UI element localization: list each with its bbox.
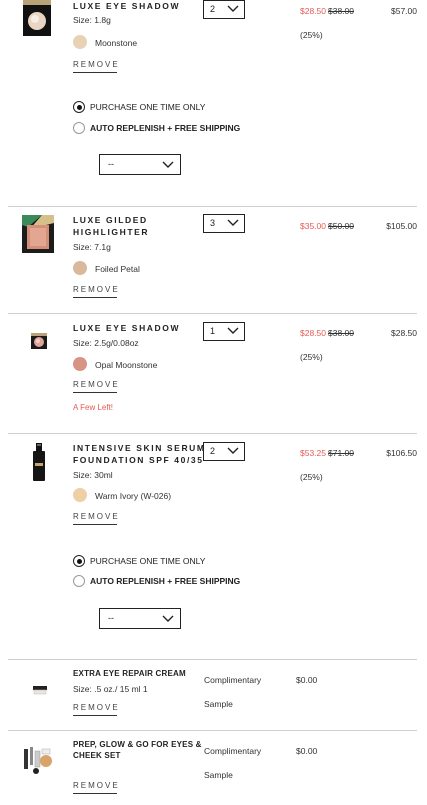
sale-price-value: $53.25 <box>300 448 326 458</box>
product-name[interactable]: LUXE EYE SHADOW <box>73 322 180 334</box>
quantity-select[interactable]: 3 <box>203 214 245 233</box>
line-total: $105.00 <box>386 221 417 231</box>
quantity-select[interactable]: 1 <box>203 322 245 341</box>
quantity-value: 2 <box>210 4 216 14</box>
product-name-line2: CHEEK SET <box>73 751 121 760</box>
product-thumbnail[interactable] <box>22 745 54 775</box>
shade-swatch <box>73 35 87 49</box>
original-price: $38.00 <box>328 6 354 16</box>
discount-percent: (25%) <box>300 472 323 482</box>
low-stock-note: A Few Left! <box>73 403 114 412</box>
sample-price: $0.00 <box>296 675 318 685</box>
product-thumbnail[interactable] <box>31 333 47 349</box>
remove-button[interactable]: REMOVE <box>73 60 118 73</box>
item-divider <box>8 206 417 207</box>
remove-button[interactable]: REMOVE <box>73 703 118 716</box>
auto-replenish-radio[interactable] <box>73 122 85 134</box>
product-thumbnail[interactable] <box>22 215 54 253</box>
product-size: Size: .5 oz./ 15 ml 1 <box>73 684 148 694</box>
remove-button[interactable]: REMOVE <box>73 285 118 298</box>
shade-name: Moonstone <box>95 38 138 48</box>
item-divider <box>8 659 417 660</box>
line-total: $57.00 <box>391 6 417 16</box>
sample-label: Sample <box>204 770 233 780</box>
product-size: Size: 1.8g <box>73 15 111 25</box>
chevron-down-icon <box>227 5 239 12</box>
quantity-value: 1 <box>210 326 216 336</box>
chevron-down-icon <box>227 219 239 226</box>
product-size: Size: 7.1g <box>73 242 111 252</box>
original-price: $38.00 <box>328 328 354 338</box>
product-name-line1: LUXE GILDED <box>73 215 148 225</box>
product-name[interactable]: LUXE GILDED HIGHLIGHTER <box>73 214 149 238</box>
product-thumbnail[interactable] <box>32 443 46 481</box>
sample-label: Sample <box>204 699 233 709</box>
product-name[interactable]: LUXE EYE SHADOW <box>73 0 180 12</box>
shade-swatch <box>73 357 87 371</box>
frequency-value: -- <box>108 159 114 169</box>
quantity-select[interactable]: 2 <box>203 0 245 19</box>
purchase-once-label[interactable]: PURCHASE ONE TIME ONLY <box>90 556 205 566</box>
item-divider <box>8 313 417 314</box>
original-price: $71.00 <box>328 448 354 458</box>
line-total: $28.50 <box>391 328 417 338</box>
replenish-frequency-select[interactable]: -- <box>99 608 181 629</box>
quantity-value: 3 <box>210 218 216 228</box>
complimentary-label: Complimentary <box>204 675 262 685</box>
product-thumbnail[interactable] <box>32 682 48 695</box>
shade-name: Warm Ivory (W-026) <box>95 491 172 501</box>
purchase-once-radio[interactable] <box>73 101 85 113</box>
product-name[interactable]: PREP, GLOW & GO FOR EYES & CHEEK SET <box>73 739 202 761</box>
sale-price: $28.50 $38.00 <box>300 328 354 338</box>
auto-replenish-label[interactable]: AUTO REPLENISH + FREE SHIPPING <box>90 123 240 133</box>
product-name-line1: INTENSIVE SKIN SERUM <box>73 443 206 453</box>
remove-button[interactable]: REMOVE <box>73 380 118 393</box>
discount-percent: (25%) <box>300 352 323 362</box>
auto-replenish-label[interactable]: AUTO REPLENISH + FREE SHIPPING <box>90 576 240 586</box>
quantity-select[interactable]: 2 <box>203 442 245 461</box>
original-price: $50.00 <box>328 221 354 231</box>
chevron-down-icon <box>162 161 174 168</box>
product-size: Size: 30ml <box>73 470 113 480</box>
product-name[interactable]: EXTRA EYE REPAIR CREAM <box>73 668 186 679</box>
product-name-line1: PREP, GLOW & GO FOR EYES & <box>73 740 202 749</box>
item-divider <box>8 433 417 434</box>
purchase-once-label[interactable]: PURCHASE ONE TIME ONLY <box>90 102 205 112</box>
shade-name: Opal Moonstone <box>95 360 158 370</box>
product-size: Size: 2.5g/0.08oz <box>73 338 139 348</box>
purchase-once-radio[interactable] <box>73 555 85 567</box>
chevron-down-icon <box>227 447 239 454</box>
line-total: $106.50 <box>386 448 417 458</box>
complimentary-label: Complimentary <box>204 746 262 756</box>
remove-button[interactable]: REMOVE <box>73 781 118 794</box>
item-divider <box>8 730 417 731</box>
chevron-down-icon <box>162 615 174 622</box>
sale-price-value: $28.50 <box>300 328 326 338</box>
shade-swatch <box>73 261 87 275</box>
sample-price: $0.00 <box>296 746 318 756</box>
sale-price: $53.25 $71.00 <box>300 448 354 458</box>
remove-button[interactable]: REMOVE <box>73 512 118 525</box>
auto-replenish-radio[interactable] <box>73 575 85 587</box>
sale-price-value: $35.00 <box>300 221 326 231</box>
product-name-line2: FOUNDATION SPF 40/35 <box>73 455 204 465</box>
chevron-down-icon <box>227 327 239 334</box>
product-thumbnail[interactable] <box>22 0 52 38</box>
sale-price: $28.50 $38.00 <box>300 6 354 16</box>
shade-swatch <box>73 488 87 502</box>
product-name-line2: HIGHLIGHTER <box>73 227 150 237</box>
replenish-frequency-select[interactable]: -- <box>99 154 181 175</box>
shade-name: Foiled Petal <box>95 264 140 274</box>
quantity-value: 2 <box>210 446 216 456</box>
sale-price-value: $28.50 <box>300 6 326 16</box>
discount-percent: (25%) <box>300 30 323 40</box>
sale-price: $35.00 $50.00 <box>300 221 354 231</box>
product-name[interactable]: INTENSIVE SKIN SERUM FOUNDATION SPF 40/3… <box>73 442 206 466</box>
frequency-value: -- <box>108 613 114 623</box>
